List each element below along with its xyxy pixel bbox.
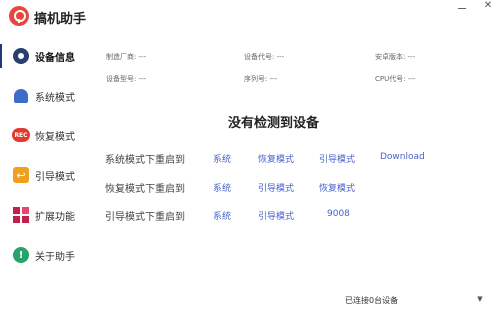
bootloader-reboot-to-system-button[interactable]: 系统 [213,209,231,222]
app-title: 搞机助手 [34,12,87,27]
sidebar-item-device-info[interactable]: 设备信息 [0,39,84,73]
gear-icon [12,47,30,65]
sidebar-item-bootloader-mode[interactable]: ↩ 引导模式 [0,158,84,192]
active-indicator [0,44,2,68]
sidebar-item-label: 引导模式 [35,171,75,183]
manufacturer-value: 制造厂商: --- [106,53,147,61]
sidebar-item-label: 系统模式 [35,92,75,104]
sidebar-item-recovery-mode[interactable]: REC 恢复模式 [0,118,84,152]
system-reboot-to-download-button[interactable]: Download [380,152,425,162]
bootloader-reboot-to-9008-button[interactable]: 9008 [327,209,350,219]
sidebar-item-label: 扩展功能 [35,211,75,223]
sidebar-item-system-mode[interactable]: 系统模式 [0,79,84,113]
grid-icon [12,206,30,224]
android-icon [12,87,30,105]
system-reboot-to-bootloader-button[interactable]: 引导模式 [319,152,355,165]
system-reboot-to-recovery-button[interactable]: 恢复模式 [258,152,294,165]
sidebar-item-about[interactable]: ! 关于助手 [0,238,84,272]
sidebar-item-label: 关于助手 [35,251,75,263]
recovery-reboot-label: 恢复模式下重启到 [105,184,185,195]
close-icon[interactable]: ✕ [478,0,498,16]
sidebar-item-label: 设备信息 [35,52,75,64]
back-arrow-icon: ↩ [12,166,30,184]
no-device-message: 没有检测到设备 [228,116,320,131]
chevron-down-icon[interactable]: ▼ [474,293,486,305]
info-icon: ! [12,246,30,264]
cpu-code-value: CPU代号: --- [375,75,416,83]
device-code-value: 设备代号: --- [244,53,285,61]
sidebar: 设备信息 系统模式 REC 恢复模式 ↩ 引导模式 扩展功能 ! 关于助手 [0,34,84,317]
bootloader-reboot-label: 引导模式下重启到 [105,212,185,223]
rec-icon: REC [12,126,30,144]
app-logo-icon [9,6,29,26]
system-reboot-to-system-button[interactable]: 系统 [213,152,231,165]
system-reboot-label: 系统模式下重启到 [105,155,185,166]
recovery-reboot-to-bootloader-button[interactable]: 引导模式 [258,181,294,194]
recovery-reboot-to-system-button[interactable]: 系统 [213,181,231,194]
model-value: 设备型号: --- [106,75,147,83]
minimize-icon[interactable] [452,2,472,18]
sidebar-item-extensions[interactable]: 扩展功能 [0,198,84,232]
sidebar-item-label: 恢复模式 [35,131,75,143]
bootloader-reboot-to-bootloader-button[interactable]: 引导模式 [258,209,294,222]
android-version-value: 安卓版本: --- [375,53,416,61]
recovery-reboot-to-recovery-button[interactable]: 恢复模式 [319,181,355,194]
title-bar: 搞机助手 ✕ [0,0,500,34]
connected-devices-status: 已连接0台设备 [345,296,399,305]
serial-value: 序列号: --- [244,75,278,83]
